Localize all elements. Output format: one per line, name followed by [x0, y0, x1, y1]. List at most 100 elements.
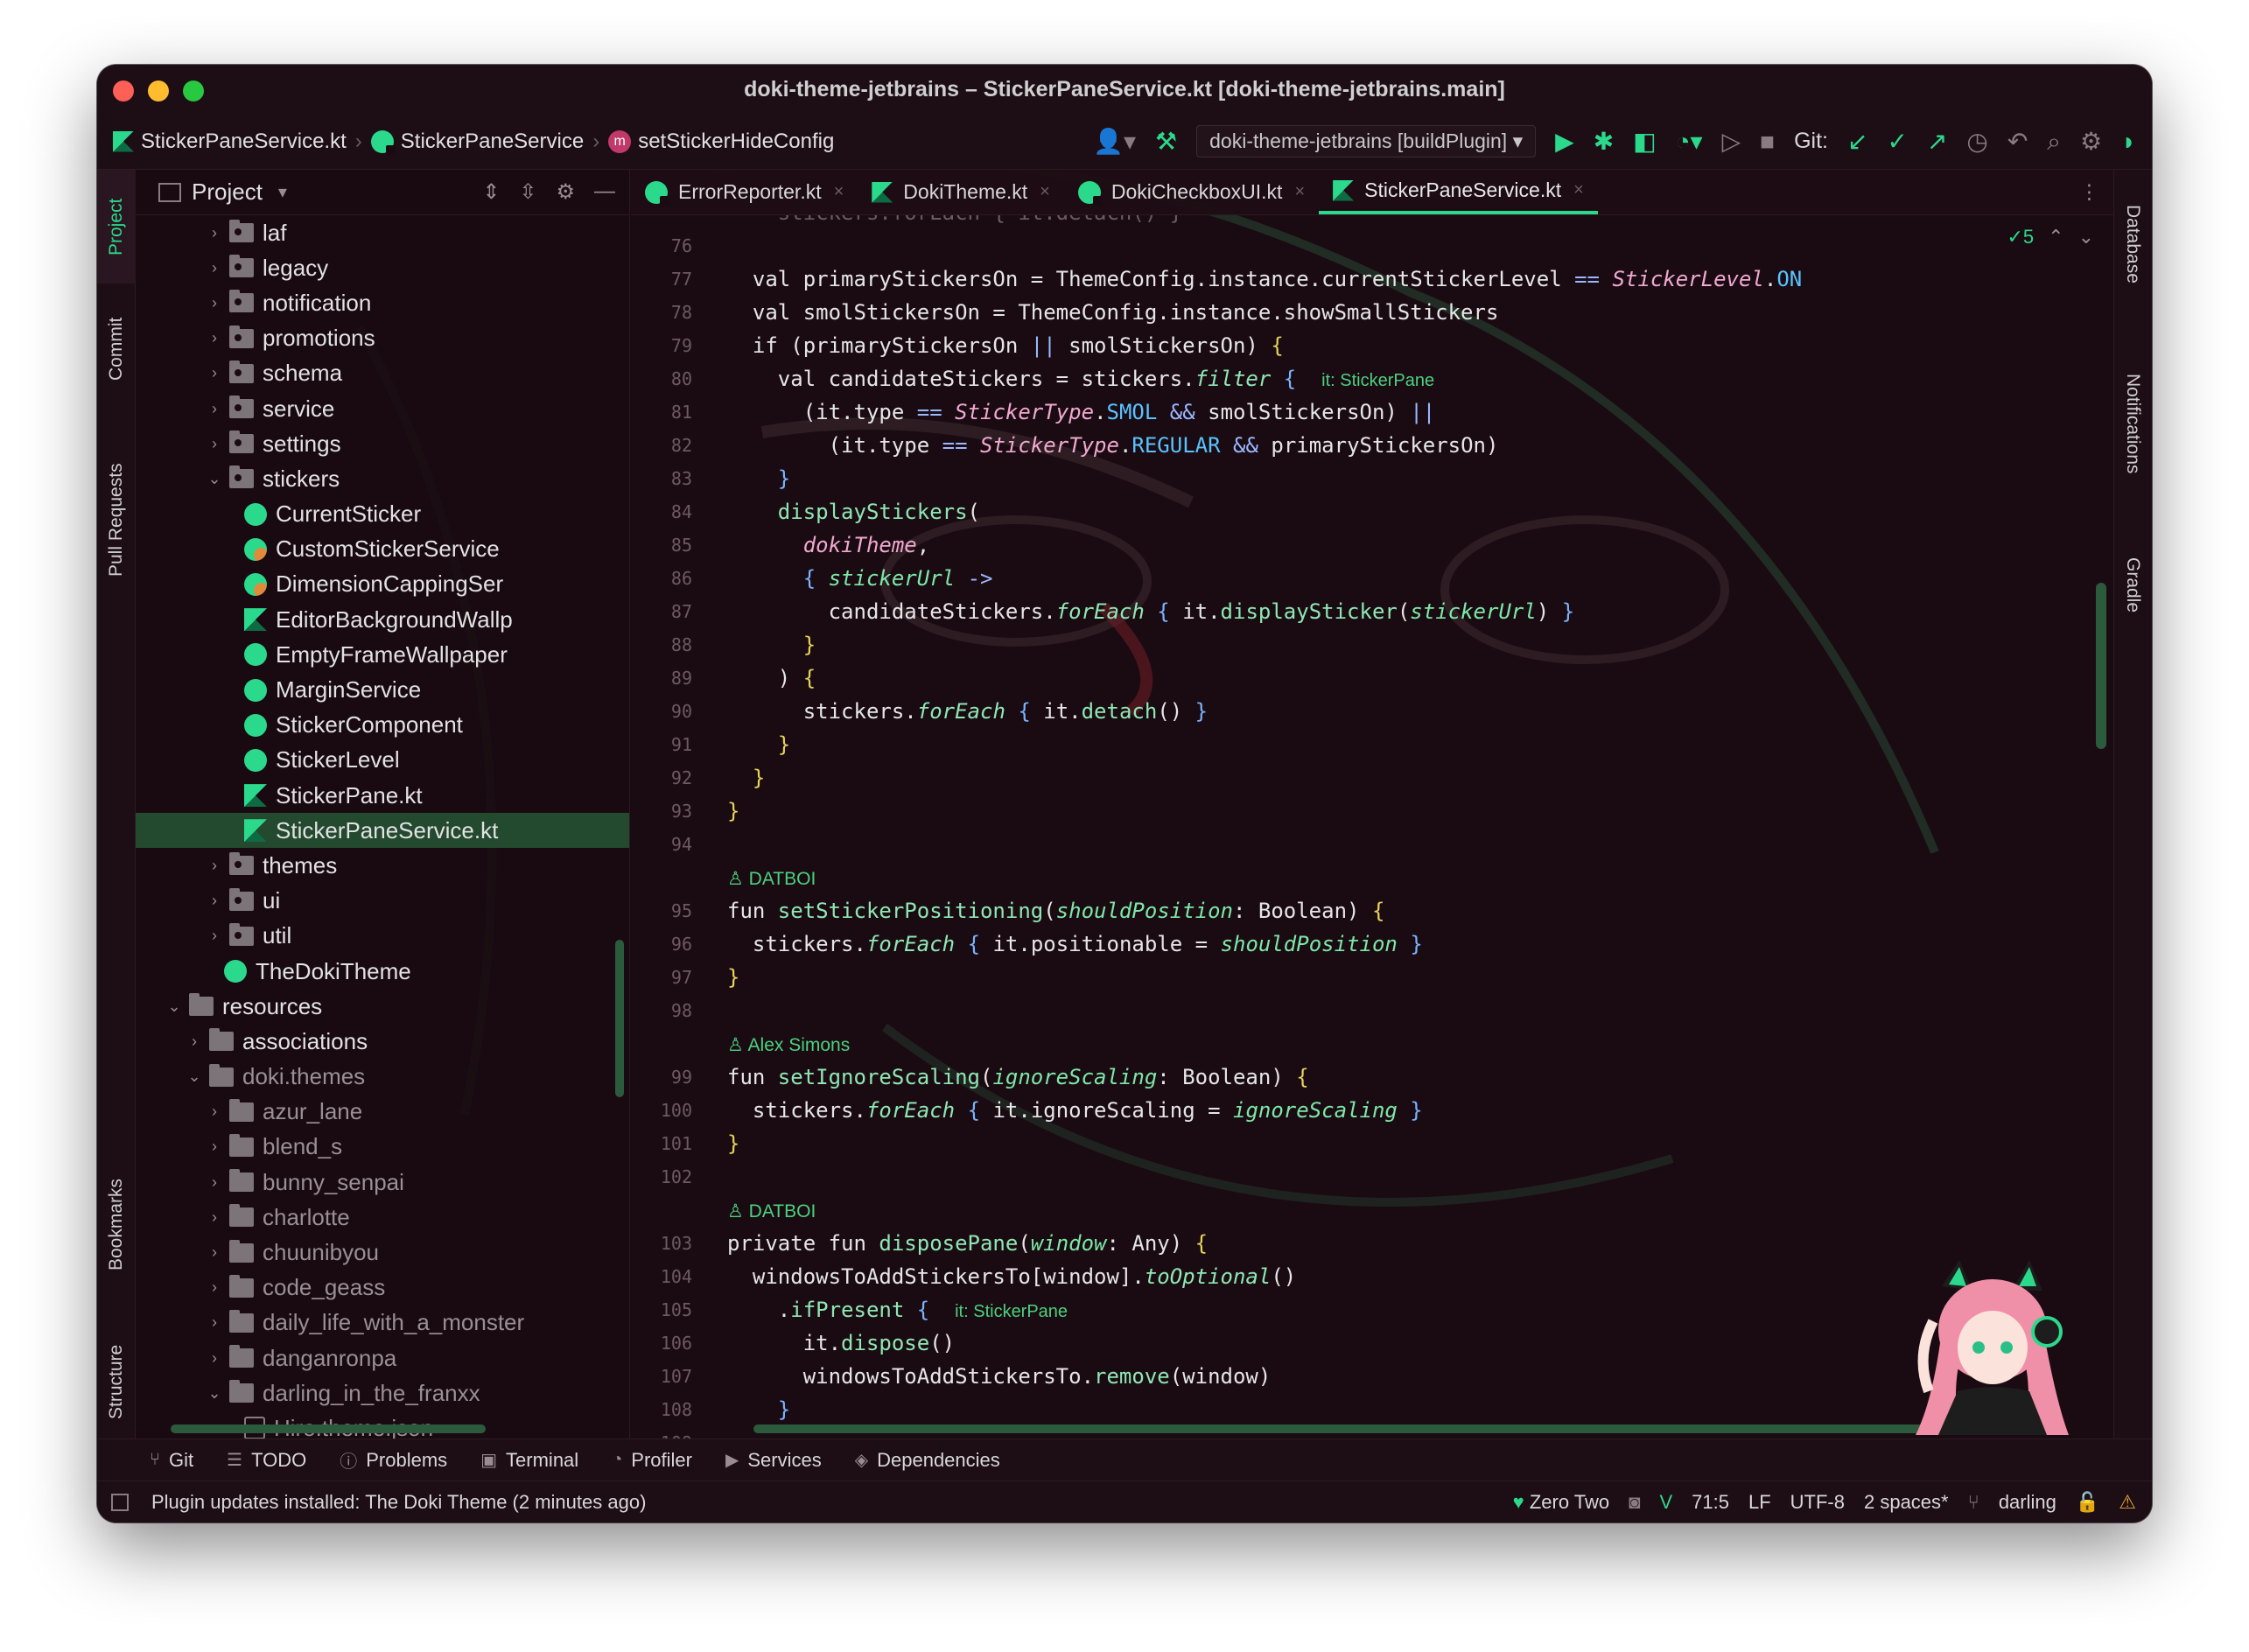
tree-item[interactable]: StickerPane.kt: [136, 778, 629, 813]
tree-item[interactable]: › chuunibyou: [136, 1235, 629, 1270]
chevron-up-icon[interactable]: ⌃: [2048, 226, 2063, 248]
close-icon[interactable]: ×: [1573, 180, 1584, 200]
tree-item[interactable]: EditorBackgroundWallp: [136, 602, 629, 637]
vim-icon[interactable]: V: [1659, 1491, 1672, 1514]
tab-structure[interactable]: Structure: [97, 1316, 136, 1447]
chevron-right-icon[interactable]: ›: [205, 1243, 224, 1262]
chevron-down-icon[interactable]: ▾: [278, 181, 287, 203]
tool-todo[interactable]: ☰ TODO: [227, 1449, 306, 1472]
git-commit-icon[interactable]: ✓: [1887, 129, 1907, 154]
attach-icon[interactable]: ▷: [1722, 129, 1741, 154]
status-message[interactable]: Plugin updates installed: The Doki Theme…: [151, 1491, 646, 1514]
user-icon[interactable]: 👤▾: [1093, 129, 1136, 154]
tab-pull-requests[interactable]: Pull Requests: [97, 432, 136, 607]
chevron-down-icon[interactable]: ⌄: [185, 1068, 204, 1086]
tree-item[interactable]: › settings: [136, 426, 629, 461]
chevron-right-icon[interactable]: ›: [205, 329, 224, 347]
chevron-right-icon[interactable]: ›: [205, 435, 224, 453]
close-icon[interactable]: ×: [1040, 182, 1050, 202]
close-window-button[interactable]: [113, 80, 134, 102]
more-tabs-icon[interactable]: ⋮: [2065, 170, 2113, 214]
tree-item[interactable]: › util: [136, 919, 629, 954]
tree-item[interactable]: ⌄ resources: [136, 989, 629, 1024]
tab-bookmarks[interactable]: Bookmarks: [97, 1158, 136, 1290]
plugin-icon[interactable]: ◗: [2121, 129, 2136, 154]
tree-item[interactable]: CurrentSticker: [136, 497, 629, 532]
chevron-right-icon[interactable]: ›: [205, 1313, 224, 1332]
toggle-tool-windows-icon[interactable]: [111, 1493, 129, 1511]
editor-tab[interactable]: DokiTheme.kt ×: [858, 170, 1064, 214]
tool-git[interactable]: ⑂ Git: [150, 1449, 193, 1472]
editor-tab[interactable]: DokiCheckboxUI.kt ×: [1064, 170, 1319, 214]
zoom-window-button[interactable]: [183, 80, 204, 102]
close-icon[interactable]: ×: [834, 182, 844, 202]
tab-gradle[interactable]: Gradle: [2113, 537, 2152, 634]
profile-icon[interactable]: ◔▾: [1676, 129, 1703, 154]
chevron-right-icon[interactable]: ›: [205, 1278, 224, 1297]
tree-item[interactable]: StickerLevel: [136, 743, 629, 778]
inspection-widget[interactable]: ✓5 ⌃ ⌄: [2007, 226, 2094, 248]
tree-item[interactable]: › service: [136, 391, 629, 426]
chevron-right-icon[interactable]: ›: [205, 224, 224, 242]
collapse-all-icon[interactable]: ⇳: [519, 179, 536, 205]
vertical-scrollbar[interactable]: [2096, 583, 2106, 749]
chevron-right-icon[interactable]: ›: [205, 1138, 224, 1156]
vertical-scrollbar[interactable]: [615, 940, 624, 1097]
tab-notifications[interactable]: Notifications: [2113, 336, 2152, 511]
tree-item[interactable]: › notification: [136, 285, 629, 320]
gear-icon[interactable]: ⚙: [2080, 129, 2102, 154]
hammer-icon[interactable]: ⚒: [1155, 129, 1177, 154]
indent-setting[interactable]: 2 spaces*: [1864, 1491, 1949, 1514]
hide-icon[interactable]: —: [594, 179, 615, 205]
editor-tab[interactable]: StickerPaneService.kt ×: [1319, 170, 1598, 214]
theme-widget[interactable]: ♥ Zero Two: [1513, 1491, 1610, 1514]
chevron-right-icon[interactable]: ›: [205, 1102, 224, 1121]
tree-item[interactable]: › daily_life_with_a_monster: [136, 1306, 629, 1340]
expand-all-icon[interactable]: ⇕: [482, 179, 500, 205]
tree-item[interactable]: › blend_s: [136, 1130, 629, 1165]
coverage-icon[interactable]: ◧: [1633, 129, 1656, 154]
chevron-right-icon[interactable]: ›: [205, 927, 224, 945]
history-icon[interactable]: ◷: [1966, 129, 1987, 154]
chevron-right-icon[interactable]: ›: [205, 294, 224, 312]
chevron-right-icon[interactable]: ›: [205, 857, 224, 875]
lock-icon[interactable]: 🔓: [2076, 1491, 2099, 1514]
git-branch[interactable]: darling: [1999, 1491, 2056, 1514]
author-annotation[interactable]: ♙ Alex Simons: [727, 1035, 850, 1055]
tree-item[interactable]: › code_geass: [136, 1270, 629, 1306]
stop-icon[interactable]: ■: [1760, 129, 1775, 154]
chevron-down-icon[interactable]: ⌄: [2078, 226, 2094, 248]
tab-commit[interactable]: Commit: [97, 292, 136, 406]
horizontal-scrollbar[interactable]: [171, 1424, 486, 1433]
horizontal-scrollbar[interactable]: [753, 1424, 1938, 1433]
breadcrumb-method[interactable]: setStickerHideConfig: [638, 130, 834, 154]
tree-item[interactable]: › azur_lane: [136, 1095, 629, 1130]
breadcrumb-class[interactable]: StickerPaneService: [401, 130, 584, 154]
tree-item[interactable]: › themes: [136, 848, 629, 883]
minimize-window-button[interactable]: [148, 80, 169, 102]
tool-problems[interactable]: ⓘ Problems: [340, 1447, 447, 1473]
breadcrumb-file[interactable]: StickerPaneService.kt: [141, 130, 347, 154]
project-panel-title[interactable]: Project: [192, 178, 263, 206]
gear-icon[interactable]: ⚙: [556, 179, 575, 205]
tool-profiler[interactable]: ◔ Profiler: [612, 1449, 692, 1472]
chevron-right-icon[interactable]: ›: [205, 1349, 224, 1368]
tab-project[interactable]: Project: [97, 170, 136, 284]
tree-item[interactable]: › laf: [136, 215, 629, 250]
tree-item[interactable]: › charlotte: [136, 1200, 629, 1235]
chevron-right-icon[interactable]: ›: [205, 892, 224, 910]
tree-item[interactable]: ⌄ stickers: [136, 461, 629, 496]
updates-icon[interactable]: ⚠: [2119, 1491, 2136, 1514]
line-separator[interactable]: LF: [1748, 1491, 1771, 1514]
tree-item[interactable]: › associations: [136, 1024, 629, 1059]
close-icon[interactable]: ×: [1294, 182, 1305, 202]
rollback-icon[interactable]: ↶: [2007, 129, 2028, 154]
author-annotation[interactable]: ♙ DATBOI: [727, 1201, 816, 1222]
tool-services[interactable]: ▶ Services: [725, 1449, 822, 1472]
tree-item[interactable]: EmptyFrameWallpaper: [136, 637, 629, 672]
tree-item[interactable]: ⌄ darling_in_the_franxx: [136, 1376, 629, 1410]
chevron-down-icon[interactable]: ⌄: [205, 1384, 224, 1403]
tab-database[interactable]: Database: [2113, 178, 2152, 310]
search-icon[interactable]: ⌕: [2047, 129, 2061, 154]
avatar-icon[interactable]: ◙: [1629, 1491, 1640, 1514]
